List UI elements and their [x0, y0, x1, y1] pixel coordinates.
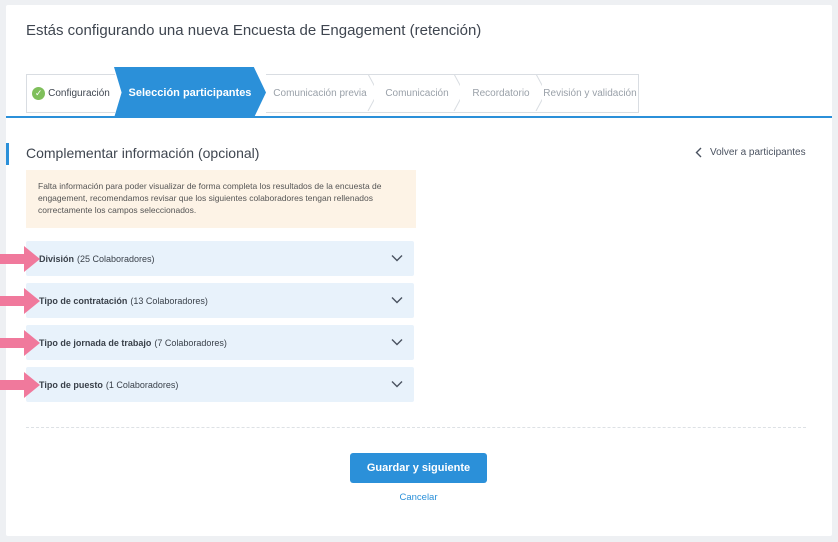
accordion-field: División [39, 253, 75, 264]
section-divider [26, 427, 806, 428]
accordion-count: (13 Colaboradores) [130, 295, 208, 306]
chevron-down-icon [391, 381, 403, 388]
step-label: Selección participantes [128, 86, 252, 99]
step-label: Revisión y validación [543, 88, 637, 99]
alert-text: Falta información para poder visualizar … [38, 181, 382, 215]
accordion-field: Tipo de contratación [39, 295, 128, 306]
chevron-down-icon [391, 255, 403, 262]
check-circle-icon: ✓ [32, 87, 46, 100]
section-title: Complementar información (opcional) [26, 145, 260, 161]
chevron-left-icon [695, 147, 702, 158]
missing-info-alert: Falta información para poder visualizar … [26, 170, 416, 228]
step-label: Recordatorio [472, 88, 530, 99]
accordion-field: Tipo de puesto [39, 379, 103, 390]
accordion-division[interactable]: División (25 Colaboradores) [26, 241, 414, 276]
step-recordatorio[interactable]: Recordatorio [460, 74, 542, 113]
step-configuracion[interactable]: ✓ Configuración [26, 74, 115, 113]
accordion-count: (25 Colaboradores) [77, 253, 155, 264]
step-revision-validacion[interactable]: Revisión y validación [542, 74, 639, 113]
pink-arrow-icon [0, 372, 40, 398]
page-title: Estás configurando una nueva Encuesta de… [26, 22, 482, 39]
step-label: Comunicación [385, 88, 449, 99]
wizard-stepper: ✓ Configuración Comunicación previa Comu… [26, 67, 639, 118]
step-label: Comunicación previa [273, 88, 367, 99]
pink-arrow-icon [0, 288, 40, 314]
save-and-next-button[interactable]: Guardar y siguiente [350, 453, 487, 483]
back-to-participants-link[interactable]: Volver a participantes [695, 147, 806, 158]
chevron-down-icon [391, 297, 403, 304]
step-comunicacion[interactable]: Comunicación [374, 74, 460, 113]
step-seleccion-participantes[interactable]: Selección participantes [114, 67, 266, 118]
step-label: Configuración [48, 88, 110, 99]
accordion-tipo-puesto[interactable]: Tipo de puesto (1 Colaboradores) [26, 367, 414, 402]
step-comunicacion-previa[interactable]: Comunicación previa [266, 74, 374, 113]
accordion-count: (1 Colaboradores) [105, 379, 179, 390]
accordion-tipo-jornada[interactable]: Tipo de jornada de trabajo (7 Colaborado… [26, 325, 414, 360]
accordion-count: (7 Colaboradores) [154, 337, 227, 348]
pink-arrow-icon [0, 330, 40, 356]
cancel-link[interactable]: Cancelar [350, 492, 487, 503]
pink-arrow-icon [0, 246, 40, 272]
chevron-down-icon [391, 339, 403, 346]
accordion-field: Tipo de jornada de trabajo [39, 337, 152, 348]
stepper-underline [6, 116, 832, 118]
back-link-label: Volver a participantes [710, 147, 806, 158]
accordion-tipo-contratacion[interactable]: Tipo de contratación (13 Colaboradores) [26, 283, 414, 318]
section-marker [6, 143, 9, 165]
